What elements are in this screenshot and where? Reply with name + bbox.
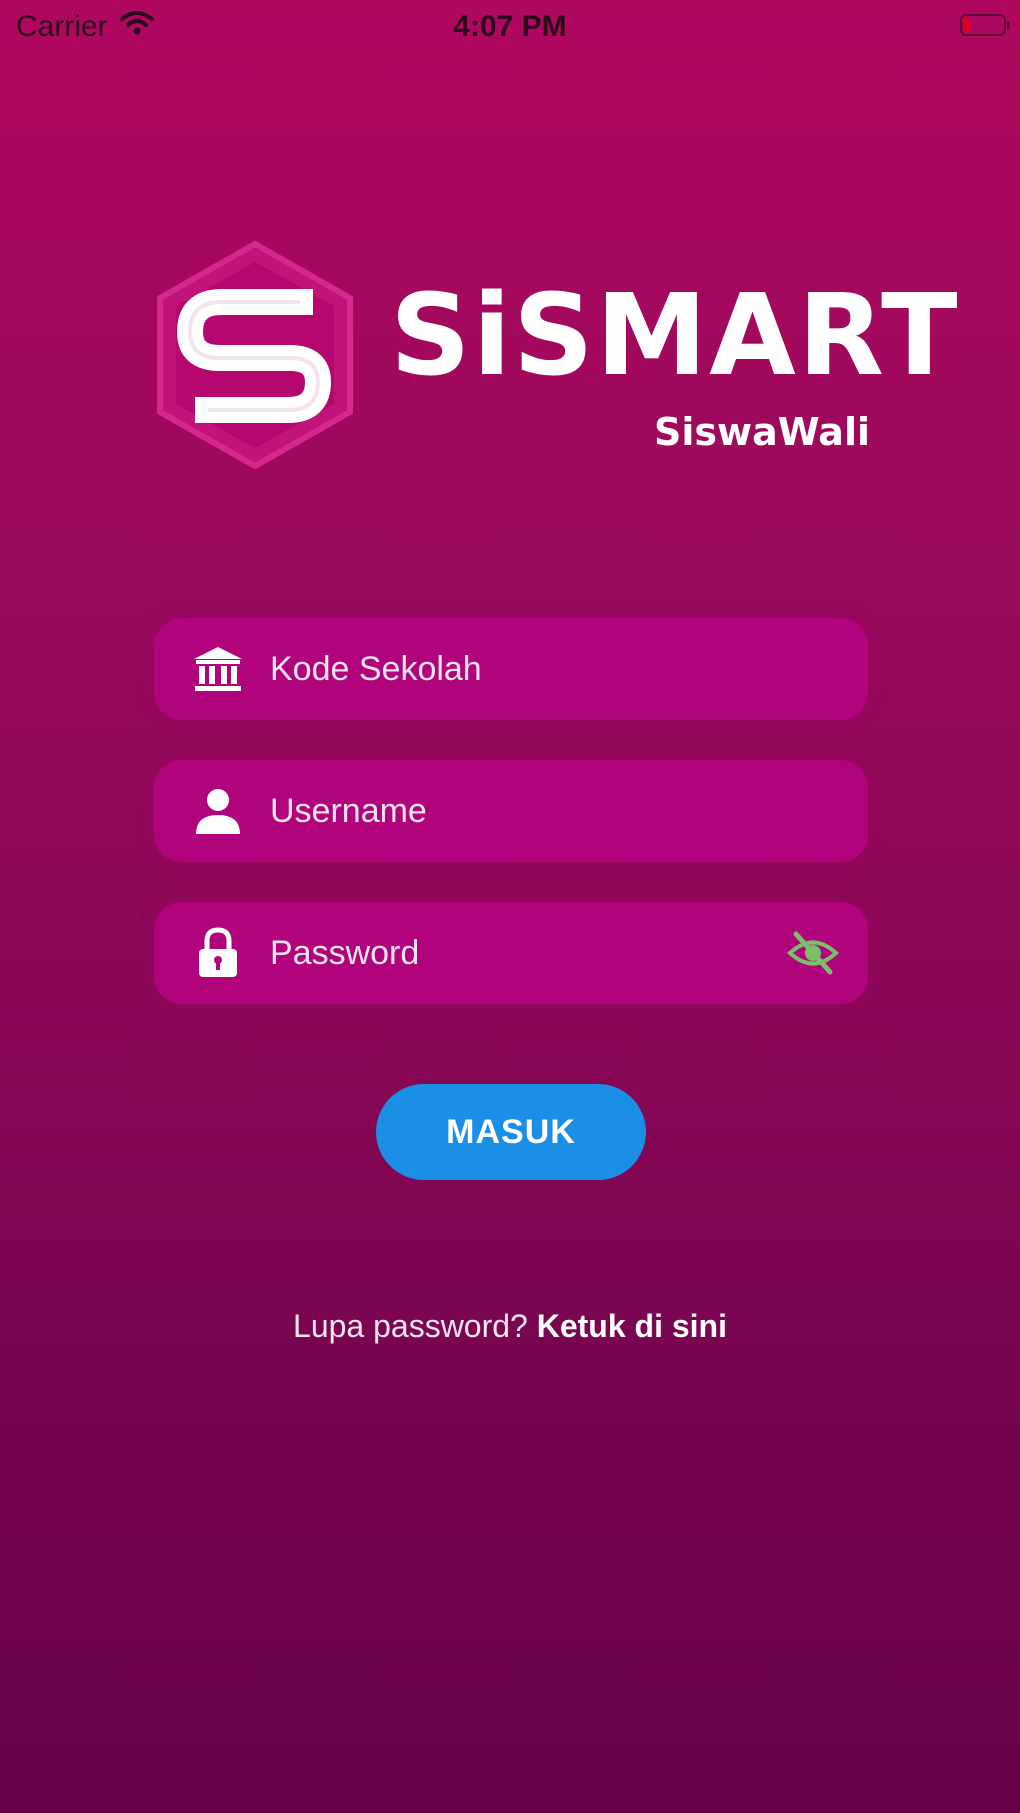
status-time: 4:07 PM [453,10,567,43]
username-input[interactable] [270,791,750,831]
login-button[interactable]: MASUK [376,1084,646,1180]
password-field[interactable] [154,902,868,1004]
user-icon [190,783,246,839]
forgot-password-prompt: Lupa password? [293,1308,528,1344]
battery-icon [960,14,1010,36]
lock-icon [190,925,246,981]
logo-subtitle: SiswaWali [653,410,870,454]
forgot-password: Lupa password? Ketuk di sini [0,1308,1020,1345]
bank-icon [190,641,246,697]
password-input[interactable] [270,933,750,973]
app-logo: SiSMART SiswaWali [150,240,957,470]
eye-slash-icon[interactable] [786,926,840,980]
sismart-logo-mark [157,240,353,470]
username-field[interactable] [154,760,868,862]
logo-title: SiSMART [390,271,960,401]
school-code-field[interactable] [154,618,868,720]
school-code-input[interactable] [270,649,750,689]
status-bar: Carrier 4:07 PM [0,0,1020,58]
forgot-password-link[interactable]: Ketuk di sini [537,1308,727,1344]
